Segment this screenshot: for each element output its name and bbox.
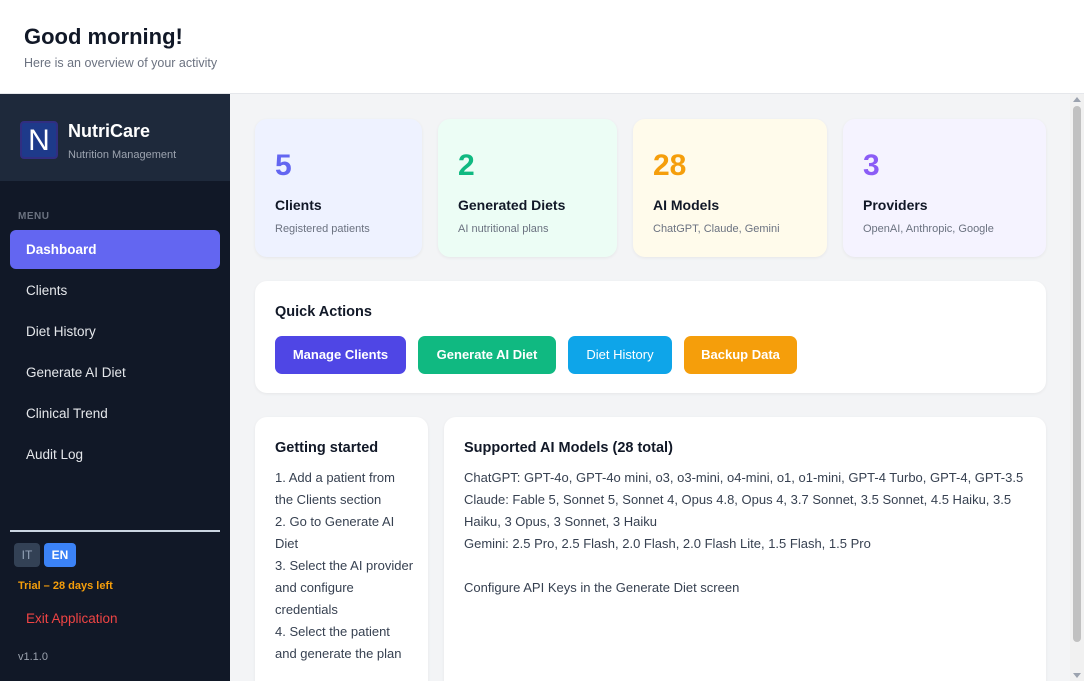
sidebar-item-dashboard[interactable]: Dashboard [10,230,220,269]
stat-card-clients: 5 Clients Registered patients [255,119,422,257]
gemini-models: Gemini: 2.5 Pro, 2.5 Flash, 2.0 Flash, 2… [464,536,871,551]
main-content: 5 Clients Registered patients 2 Generate… [230,94,1084,681]
sidebar-item-clinical-trend[interactable]: Clinical Trend [10,394,220,433]
stat-value: 2 [458,149,475,182]
getting-started-steps: 1. Add a patient from the Clients sectio… [275,467,415,665]
greeting-subtitle: Here is an overview of your activity [24,56,218,70]
supported-models-title: Supported AI Models (28 total) [464,440,673,456]
stat-card-ai-models: 28 AI Models ChatGPT, Claude, Gemini [633,119,827,257]
stat-card-generated-diets: 2 Generated Diets AI nutritional plans [438,119,617,257]
sidebar-item-diet-history[interactable]: Diet History [10,312,220,351]
chatgpt-models: ChatGPT: GPT-4o, GPT-4o mini, o3, o3-min… [464,470,1024,485]
getting-started-title: Getting started [275,440,379,456]
supported-models-card: Supported AI Models (28 total) ChatGPT: … [444,417,1046,681]
trial-status: Trial – 28 days left [18,580,113,592]
sidebar-item-audit-log[interactable]: Audit Log [10,435,220,474]
supported-models-list: ChatGPT: GPT-4o, GPT-4o mini, o3, o3-min… [464,467,1024,599]
stat-value: 3 [863,149,880,182]
sidebar-item-clients[interactable]: Clients [10,271,220,310]
app-name: NutriCare [68,121,151,141]
scroll-up-arrow-icon[interactable] [1073,97,1081,102]
stat-title: Clients [275,197,322,213]
brand: N NutriCare Nutrition Management [0,94,230,181]
generate-ai-diet-button[interactable]: Generate AI Diet [418,336,556,374]
stat-title: Generated Diets [458,197,566,213]
menu-label: MENU [18,211,50,222]
exit-application-link[interactable]: Exit Application [26,611,118,626]
list-item: 2. Go to Generate AI Diet [275,514,395,551]
api-keys-note: Configure API Keys in the Generate Diet … [464,580,740,595]
app-tagline: Nutrition Management [68,149,177,161]
stat-title: Providers [863,197,928,213]
page-header: Good morning! Here is an overview of you… [0,0,1084,94]
stat-description: ChatGPT, Claude, Gemini [653,223,780,235]
list-item: 3. Select the AI provider and configure … [275,558,414,617]
manage-clients-button[interactable]: Manage Clients [275,336,406,374]
language-en-button[interactable]: EN [44,543,76,567]
stat-value: 28 [653,149,687,182]
stat-card-providers: 3 Providers OpenAI, Anthropic, Google [843,119,1046,257]
stat-value: 5 [275,149,292,182]
quick-actions-card: Quick Actions Manage Clients Generate AI… [255,281,1046,393]
claude-models: Claude: Fable 5, Sonnet 5, Sonnet 4, Opu… [464,492,1012,529]
sidebar-divider [10,530,220,532]
sidebar-item-generate-ai-diet[interactable]: Generate AI Diet [10,353,220,392]
language-it-button[interactable]: IT [14,543,40,567]
stat-description: Registered patients [275,223,370,235]
main-scrollbar[interactable] [1070,94,1084,681]
sidebar: N NutriCare Nutrition Management MENU Da… [0,94,230,681]
backup-data-button[interactable]: Backup Data [684,336,797,374]
stat-description: AI nutritional plans [458,223,549,235]
stat-title: AI Models [653,197,720,213]
scroll-thumb[interactable] [1073,106,1081,642]
list-item: 4. Select the patient and generate the p… [275,624,402,661]
diet-history-button[interactable]: Diet History [568,336,672,374]
quick-actions-title: Quick Actions [275,304,372,320]
greeting-title: Good morning! [24,24,183,49]
app-logo: N [20,121,58,159]
scroll-down-arrow-icon[interactable] [1073,673,1081,678]
stat-description: OpenAI, Anthropic, Google [863,223,994,235]
app-version: v1.1.0 [18,651,48,663]
getting-started-card: Getting started 1. Add a patient from th… [255,417,428,681]
list-item: 1. Add a patient from the Clients sectio… [275,470,395,507]
